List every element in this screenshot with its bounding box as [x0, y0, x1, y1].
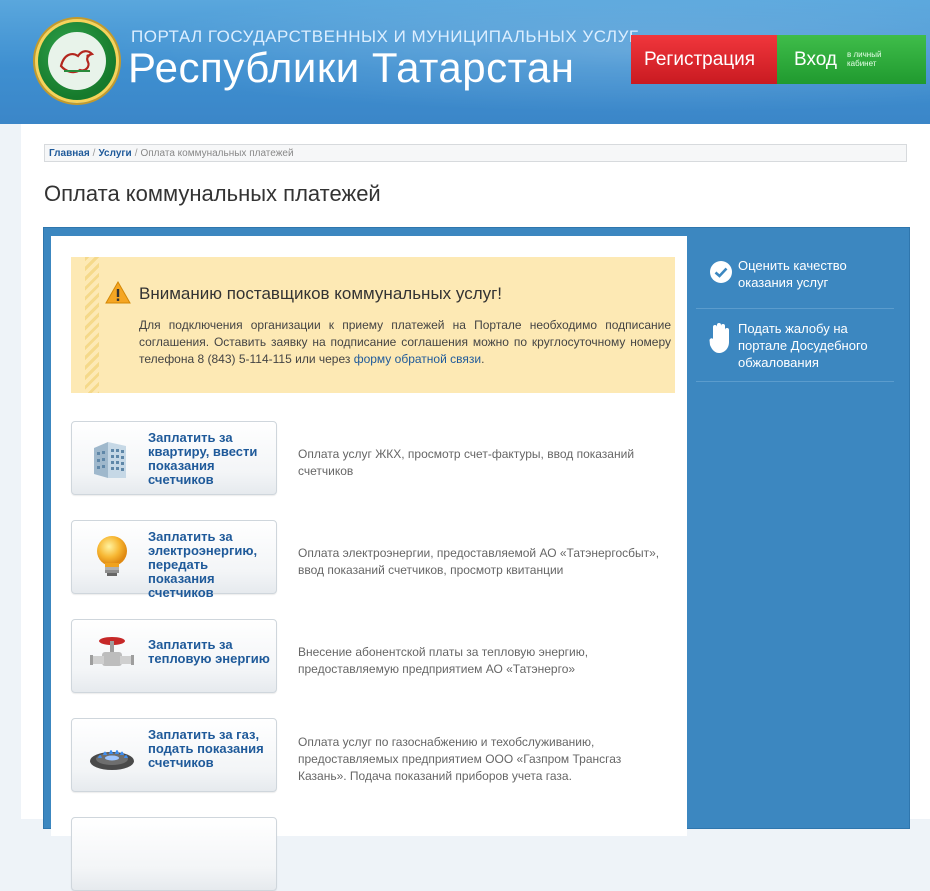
portal-title: Республики Татарстан [128, 44, 575, 91]
service-button-gas[interactable]: Заплатить за газ, подать показания счетч… [71, 718, 277, 792]
service-button-apartment[interactable]: Заплатить за квартиру, ввести показания … [71, 421, 277, 495]
service-description: Оплата услуг ЖКХ, просмотр счет-фактуры,… [298, 447, 635, 478]
breadcrumb-current: Оплата коммунальных платежей [140, 148, 294, 159]
service-description: Оплата электроэнергии, предоставляемой А… [298, 546, 660, 577]
warning-box: Вниманию поставщиков коммунальных услуг!… [71, 257, 675, 393]
content-area: Вниманию поставщиков коммунальных услуг!… [51, 236, 687, 891]
sidebar-item-label: Подать жалобу на портале Досудебного обж… [738, 321, 868, 370]
sidebar-item-label: Оценить качество оказания услуг [738, 258, 847, 290]
hand-icon [709, 323, 729, 353]
content-frame: Вниманию поставщиков коммунальных услуг!… [43, 227, 910, 891]
service-label: Заплатить за тепловую энергию [148, 637, 270, 666]
lightbulb-icon [97, 536, 127, 576]
building-icon [94, 442, 126, 478]
site-header: ПОРТАЛ ГОСУДАРСТВЕННЫХ И МУНИЦИПАЛЬНЫХ У… [0, 0, 930, 124]
service-button-next[interactable] [71, 817, 277, 891]
breadcrumb-home[interactable]: Главная [49, 148, 90, 159]
service-description: Оплата услуг по газоснабжению и техобслу… [298, 735, 622, 783]
sidebar-divider [696, 381, 894, 382]
service-label: Заплатить за электроэнергию, передать по… [148, 529, 258, 600]
service-description: Внесение абонентской платы за тепловую э… [298, 645, 589, 676]
sidebar-divider [696, 308, 894, 309]
page-title: Оплата коммунальных платежей [44, 181, 381, 206]
service-label: Заплатить за газ, подать показания счетч… [148, 727, 264, 770]
login-button[interactable]: Вход в личный кабинет [777, 35, 926, 84]
login-sublabel: в личный кабинет [847, 50, 882, 68]
service-button-electricity[interactable]: Заплатить за электроэнергию, передать по… [71, 520, 277, 600]
service-button-heating[interactable]: Заплатить за тепловую энергию [71, 619, 277, 693]
main-panel: Главная / Услуги / Оплата коммунальных плате… [21, 124, 930, 891]
service-label: Заплатить за квартиру, ввести показания … [148, 430, 258, 487]
warning-tail: . [481, 352, 485, 366]
check-circle-icon [710, 261, 732, 283]
warning-inner: Вниманию поставщиков коммунальных услуг!… [99, 257, 675, 393]
feedback-form-link[interactable]: форму обратной связи [354, 352, 481, 366]
valve-icon [90, 637, 134, 666]
breadcrumb-services[interactable]: Услуги [98, 148, 131, 159]
login-label: Вход [794, 49, 837, 70]
warning-title: Вниманию поставщиков коммунальных услуг! [139, 284, 503, 303]
warning-icon [105, 281, 131, 304]
register-button[interactable]: Регистрация [631, 35, 791, 84]
emblem-logo[interactable] [35, 19, 119, 103]
breadcrumb: Главная / Услуги / Оплата коммунальных плате… [44, 144, 907, 162]
warning-text: Для подключения организации к приему пла… [139, 317, 671, 368]
gas-burner-icon [90, 750, 134, 770]
leopard-icon [59, 50, 95, 74]
